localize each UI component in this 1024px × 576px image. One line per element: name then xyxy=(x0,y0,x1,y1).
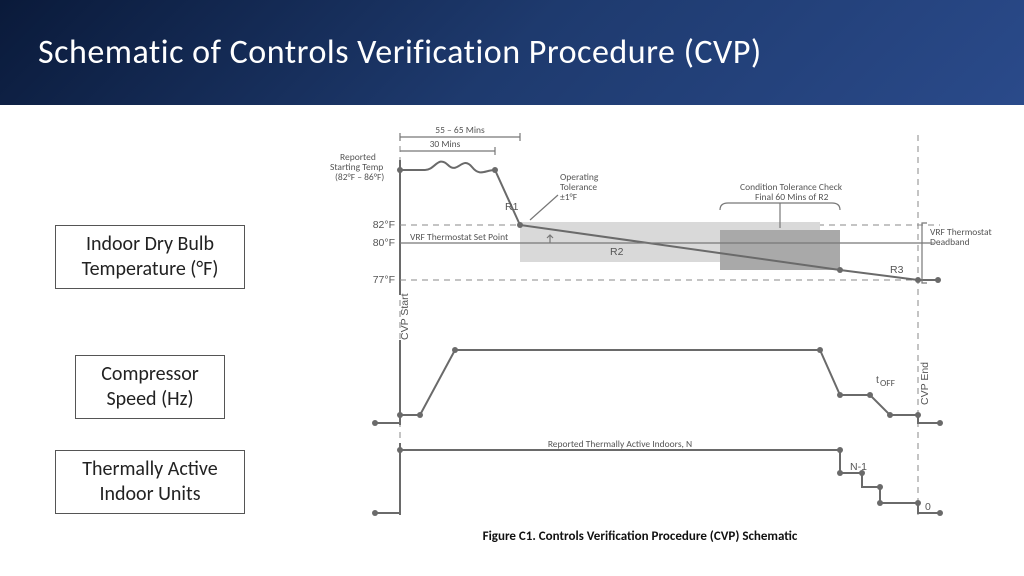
zero: 0 xyxy=(925,501,931,513)
label-temperature: Indoor Dry Bulb Temperature (°F) xyxy=(55,225,245,289)
cvp-start: CVP Start xyxy=(399,293,411,340)
dim-55-65: 55 – 65 Mins xyxy=(435,124,485,136)
deadband-2: Deadband xyxy=(930,236,970,248)
toff-sub: OFF xyxy=(880,377,896,389)
tick-77: 77°F xyxy=(373,274,395,286)
slide-title: Schematic of Controls Verification Proce… xyxy=(38,32,762,73)
label-r3: R3 xyxy=(890,264,904,276)
reported-start-3: (82°F – 86°F) xyxy=(335,171,384,183)
tick-80: 80°F xyxy=(373,237,395,249)
plot-units: Reported Thermally Active Indoors, N N-1… xyxy=(372,438,943,516)
figure-caption: Figure C1. Controls Verification Procedu… xyxy=(483,529,798,544)
reported-n: Reported Thermally Active Indoors, N xyxy=(548,438,692,450)
setpoint-label: VRF Thermostat Set Point xyxy=(410,231,509,243)
plot-temperature: 82°F 80°F 77°F VRF Thermostat Set Point … xyxy=(330,124,992,295)
schematic-svg: 82°F 80°F 77°F VRF Thermostat Set Point … xyxy=(280,115,1000,555)
label-compressor: Compressor Speed (Hz) xyxy=(75,355,225,419)
tick-82: 82°F xyxy=(373,219,395,231)
cvp-end: CVP End xyxy=(919,362,931,405)
toff: t xyxy=(876,374,879,386)
dim-30: 30 Mins xyxy=(430,138,461,150)
label-r1: R1 xyxy=(505,201,519,213)
label-r2: R2 xyxy=(610,246,624,258)
optol-3: ±1°F xyxy=(560,191,578,203)
label-units: Thermally Active Indoor Units xyxy=(55,450,245,514)
cond-2: Final 60 Mins of R2 xyxy=(755,191,829,203)
n-1: N-1 xyxy=(850,461,867,473)
slide-body: Indoor Dry Bulb Temperature (°F) Compres… xyxy=(0,105,1024,576)
plot-compressor: t OFF xyxy=(372,340,943,426)
slide-header: Schematic of Controls Verification Proce… xyxy=(0,0,1024,105)
